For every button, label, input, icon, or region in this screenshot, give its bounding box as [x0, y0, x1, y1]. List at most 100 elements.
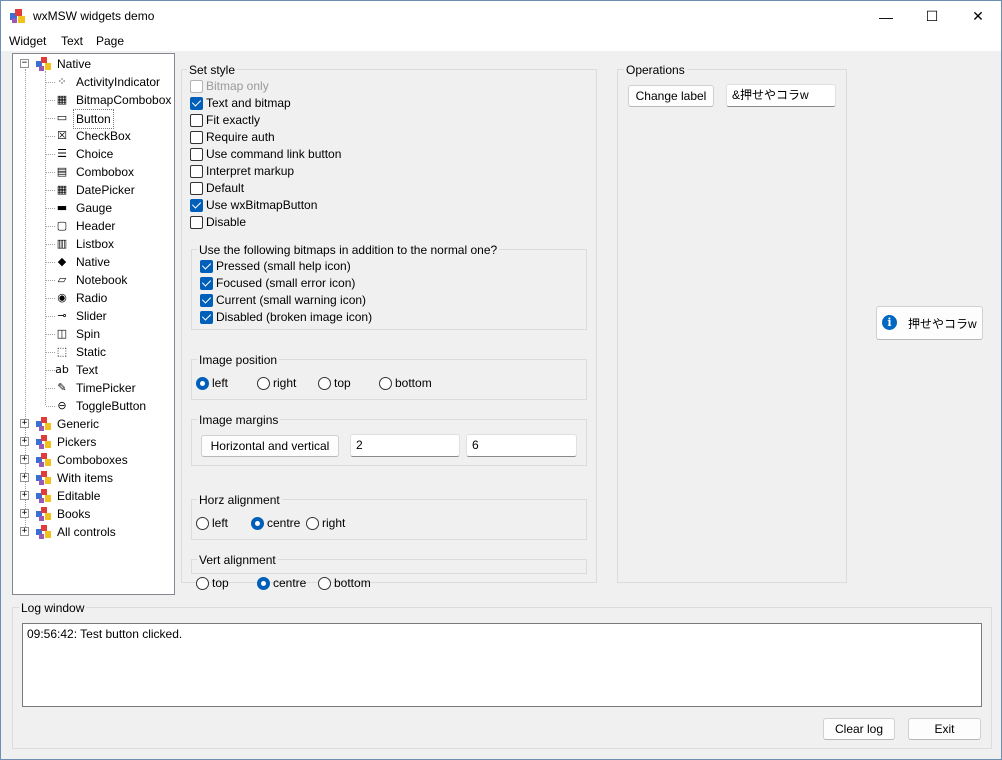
checkbox-box	[200, 311, 213, 324]
radio-label: bottom	[395, 376, 432, 390]
tree-item-label: Notebook	[76, 273, 128, 287]
menu-widget[interactable]: Widget	[9, 34, 46, 48]
radio-label: bottom	[334, 576, 371, 590]
maximize-button[interactable]: ☐	[909, 1, 955, 32]
checkbox-label: Use command link button	[206, 147, 342, 161]
checkbox-label: Default	[206, 181, 245, 195]
menu-page[interactable]: Page	[96, 34, 124, 48]
close-button[interactable]: ✕	[955, 1, 1001, 32]
checkbox-box	[200, 260, 213, 273]
expand-toggle[interactable]: +	[20, 419, 29, 428]
radio-label: left	[212, 516, 229, 530]
checkbox-box	[190, 148, 203, 161]
expand-toggle[interactable]: +	[20, 455, 29, 464]
tree-item-label: Button	[73, 109, 114, 129]
log-text-area[interactable]: 09:56:42: Test button clicked.	[22, 623, 982, 707]
tree-item-label: Books	[57, 507, 91, 521]
menu-text[interactable]: Text	[61, 34, 83, 48]
checkbox-box	[190, 97, 203, 110]
image-margins-label: Image margins	[197, 413, 281, 427]
checkbox-label: Disabled (broken image icon)	[216, 310, 373, 324]
listbox-icon: ▥	[56, 237, 68, 250]
tree-item-label: Gauge	[76, 201, 113, 215]
checkbox-box	[200, 277, 213, 290]
checkbox-box	[190, 182, 203, 195]
tree-item-label: Comboboxes	[57, 453, 128, 467]
tree-item-label: Native	[76, 255, 111, 269]
checkbox-box	[200, 294, 213, 307]
expand-toggle[interactable]: +	[20, 527, 29, 536]
tree-item-label: Header	[76, 219, 116, 233]
tree-item-label: Spin	[76, 327, 101, 341]
minimize-icon: —	[879, 8, 893, 25]
radio-label: top	[212, 576, 229, 590]
title-bar[interactable]: wxMSW widgets demo — ☐ ✕	[1, 1, 1001, 32]
slider-icon: ⊸	[57, 309, 67, 322]
tree-item-label: Choice	[76, 147, 114, 161]
tree-item-label: TimePicker	[76, 381, 136, 395]
tree-item-label: ActivityIndicator	[76, 75, 161, 89]
label-input[interactable]: &押せやコラw	[726, 84, 836, 107]
widget-tree[interactable]: − Native ⁘ ActivityIndicator ▦ BitmapCombobox…	[12, 53, 175, 595]
maximize-icon: ☐	[925, 8, 939, 24]
radio-label: left	[212, 376, 229, 390]
set-style-label: Set style	[187, 63, 238, 77]
change-label-button[interactable]: Change label	[628, 85, 714, 107]
expand-toggle[interactable]: +	[20, 473, 29, 482]
checkbox-box	[190, 131, 203, 144]
margin-horizontal-input[interactable]: 2	[350, 434, 460, 457]
tree-item-label: Static	[76, 345, 107, 359]
margin-vertical-input[interactable]: 6	[466, 434, 577, 457]
test-button[interactable]: i 押せやコラw	[876, 306, 983, 340]
tree-item-label: Slider	[76, 309, 107, 323]
close-icon: ✕	[972, 8, 984, 24]
checkbox-label: Bitmap only	[206, 79, 269, 93]
expand-toggle[interactable]: +	[20, 509, 29, 518]
expand-toggle[interactable]: +	[20, 491, 29, 500]
collapse-toggle[interactable]: −	[20, 59, 29, 68]
radio-dot	[257, 377, 270, 390]
radio-dot	[251, 517, 264, 530]
radio-dot	[196, 377, 209, 390]
minimize-button[interactable]: —	[863, 1, 909, 32]
checkbox-label: Require auth	[206, 130, 275, 144]
category-icon	[36, 453, 52, 467]
exit-button[interactable]: Exit	[908, 718, 981, 740]
tree-item-label: Radio	[76, 291, 108, 305]
toggle-button-icon: ⊖	[57, 399, 67, 412]
tree-item-label: BitmapCombobox	[76, 93, 172, 107]
radio-dot	[196, 517, 209, 530]
checkbox-label: Focused (small error icon)	[216, 276, 356, 290]
category-icon	[36, 435, 52, 449]
category-icon	[36, 525, 52, 539]
tree-item-label: With items	[57, 471, 114, 485]
radio-label: centre	[273, 576, 307, 590]
radio-dot	[196, 577, 209, 590]
static-icon: ⬚	[56, 345, 68, 358]
time-picker-icon: ✎	[57, 381, 67, 394]
info-icon: i	[882, 315, 897, 330]
radio-icon: ◉	[57, 291, 67, 304]
horizontal-and-vertical-button[interactable]: Horizontal and vertical	[201, 435, 339, 457]
radio-label: centre	[267, 516, 301, 530]
checkbox-box	[190, 199, 203, 212]
tree-item-label: Editable	[57, 489, 101, 503]
checkbox-label: Pressed (small help icon)	[216, 259, 351, 273]
checkbox-box	[190, 80, 203, 93]
log-line: 09:56:42: Test button clicked.	[27, 627, 183, 641]
checkbox-label: Interpret markup	[206, 164, 295, 178]
app-logo-icon	[10, 9, 26, 25]
clear-log-button[interactable]: Clear log	[823, 718, 895, 740]
tree-item-label: Pickers	[57, 435, 97, 449]
menu-bar: Widget Text Page	[1, 32, 1001, 51]
text-icon: ab	[55, 363, 69, 376]
choice-icon: ☰	[57, 147, 67, 160]
tree-item-label: DatePicker	[76, 183, 135, 197]
expand-toggle[interactable]: +	[20, 437, 29, 446]
tree-item-label: ToggleButton	[76, 399, 147, 413]
radio-dot	[306, 517, 319, 530]
app-window: wxMSW widgets demo — ☐ ✕ Widget Text Pag…	[0, 0, 1002, 760]
horz-alignment-label: Horz alignment	[197, 493, 282, 507]
spin-icon: ◫	[56, 327, 68, 340]
operations-label: Operations	[624, 63, 687, 77]
